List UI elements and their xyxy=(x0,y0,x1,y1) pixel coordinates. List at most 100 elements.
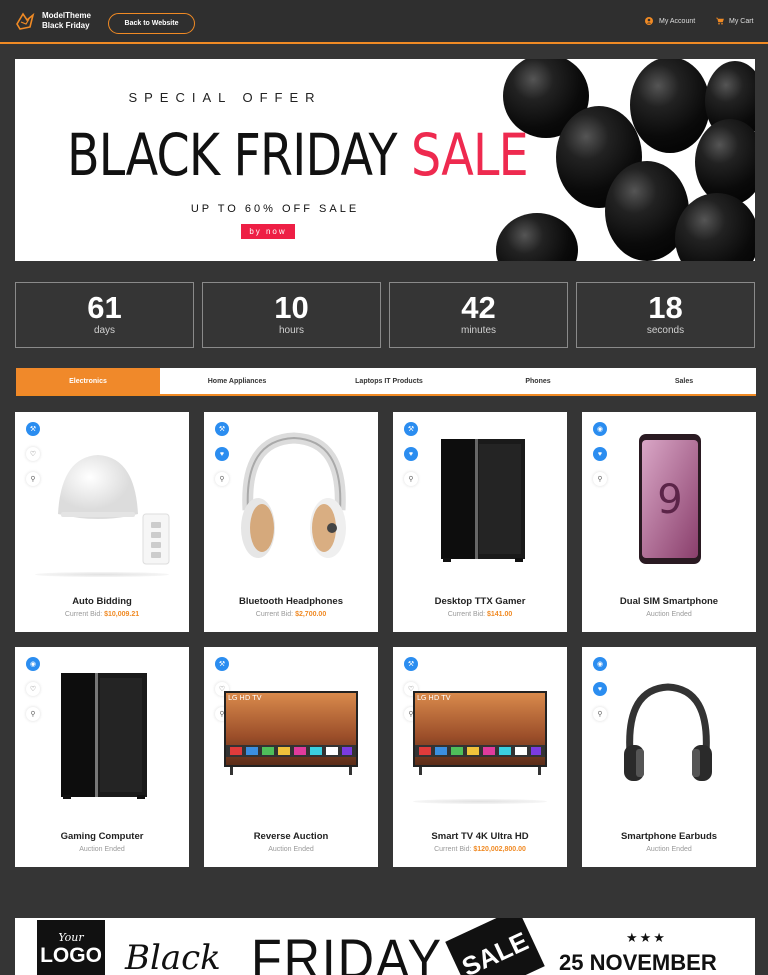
stars-decoration: ★★★ xyxy=(626,930,667,945)
tab-sales[interactable]: Sales xyxy=(612,368,756,394)
tv-brand-label: LG HD TV xyxy=(228,694,262,702)
countdown-label: seconds xyxy=(646,325,685,336)
countdown-label: hours xyxy=(278,325,304,336)
heart-icon[interactable]: ♥ xyxy=(593,447,607,461)
product-card[interactable]: ⚒ ♡ ⚲ LG HD TV Smart TV 4K Ultra HD Curr… xyxy=(393,647,567,867)
product-card[interactable]: ◉ ♡ ⚲ Gaming Computer Auction Ended xyxy=(15,647,189,867)
search-icon[interactable]: ⚲ xyxy=(215,472,229,486)
product-card[interactable]: ◉ ♥ ⚲ Smartphone Earbuds Auction Ended xyxy=(582,647,756,867)
my-account-link[interactable]: My Account xyxy=(645,17,695,25)
promo-black-text: Black xyxy=(125,938,221,975)
product-name[interactable]: Smartphone Earbuds xyxy=(582,831,756,842)
my-cart-label: My Cart xyxy=(729,17,754,25)
promo-date: 25 NOVEMBER xyxy=(559,950,717,975)
heart-icon[interactable]: ♥ xyxy=(593,682,607,696)
product-name[interactable]: Bluetooth Headphones xyxy=(204,596,378,607)
brand-logo[interactable]: ModelTheme Black Friday xyxy=(14,10,91,32)
product-card[interactable]: ⚒ ♥ ⚲ Bluetooth Headphones Current Bid: … xyxy=(204,412,378,632)
product-card[interactable]: ⚒ ♥ ⚲ Desktop TTX Gamer Current Bid: $14… xyxy=(393,412,567,632)
product-name[interactable]: Auto Bidding xyxy=(15,596,189,607)
gavel-icon[interactable]: ⚒ xyxy=(26,422,40,436)
search-icon[interactable]: ⚲ xyxy=(26,707,40,721)
product-bid: Auction Ended xyxy=(582,846,756,853)
svg-text:9: 9 xyxy=(657,477,682,523)
product-card[interactable]: ⚒ ♡ ⚲ Auto Bidding Current Bid: $10,009.… xyxy=(15,412,189,632)
product-card[interactable]: ◉ ♥ ⚲ 9 Dual SIM Smartphone Auction Ende… xyxy=(582,412,756,632)
tab-laptops-it-products[interactable]: Laptops IT Products xyxy=(314,368,464,394)
product-bid: Current Bid: $10,009.21 xyxy=(15,611,189,618)
tab-phones[interactable]: Phones xyxy=(464,368,612,394)
buy-now-button[interactable]: by now xyxy=(241,224,295,239)
gavel-icon[interactable]: ⚒ xyxy=(215,422,229,436)
product-name[interactable]: Desktop TTX Gamer xyxy=(393,596,567,607)
sale-tag-text: SALE xyxy=(457,925,533,975)
bid-amount: $120,002,800.00 xyxy=(473,846,526,853)
countdown-value: 61 xyxy=(87,290,122,325)
brand-name: ModelTheme Black Friday xyxy=(42,11,91,31)
user-icon xyxy=(645,17,653,25)
product-bid: Current Bid: $2,700.00 xyxy=(204,611,378,618)
brand-line2: Black Friday xyxy=(42,21,90,30)
sale-tag: SALE xyxy=(445,918,545,975)
banner-title-sale: SALE xyxy=(411,121,529,189)
heart-icon[interactable]: ♡ xyxy=(26,447,40,461)
gavel-icon[interactable]: ⚒ xyxy=(404,422,418,436)
product-bid: Current Bid: $120,002,800.00 xyxy=(393,846,567,853)
banner-title: BLACK FRIDAY SALE xyxy=(67,121,529,189)
product-image-earbuds xyxy=(624,683,712,781)
your-logo-badge: Your LOGO xyxy=(37,920,105,975)
bid-amount: $2,700.00 xyxy=(295,611,327,618)
search-icon[interactable]: ⚲ xyxy=(26,472,40,486)
black-friday-promo-banner[interactable]: Your LOGO Black FRIDAY SALE ★★★ 25 NOVEM… xyxy=(15,918,755,975)
product-image-smart-lamp xyxy=(58,455,170,565)
product-image-desktop-pc xyxy=(441,439,525,562)
eye-icon[interactable]: ◉ xyxy=(593,422,607,436)
brand-line1: ModelTheme xyxy=(42,11,91,20)
balloon xyxy=(496,213,578,261)
search-icon[interactable]: ⚲ xyxy=(593,472,607,486)
product-image-tv: LG HD TV xyxy=(224,691,358,775)
bid-amount: $141.00 xyxy=(487,611,513,618)
banner-title-black-friday: BLACK FRIDAY xyxy=(67,121,398,189)
tab-electronics[interactable]: Electronics xyxy=(16,368,160,394)
product-card[interactable]: ⚒ ♡ ⚲ LG HD TV Reverse Auction Auction E… xyxy=(204,647,378,867)
balloon xyxy=(695,119,755,205)
black-friday-banner[interactable]: SPECIAL OFFER BLACK FRIDAY SALE UP TO 60… xyxy=(15,59,755,261)
back-to-website-button[interactable]: Back to Website xyxy=(108,13,195,34)
product-image-smart-tv: LG HD TV xyxy=(413,691,547,775)
countdown-value: 42 xyxy=(461,290,496,325)
bid-status: Auction Ended xyxy=(646,611,692,618)
product-name[interactable]: Dual SIM Smartphone xyxy=(582,596,756,607)
tv-brand-label: LG HD TV xyxy=(417,694,451,702)
countdown-label: days xyxy=(93,325,116,336)
banner-special-offer: SPECIAL OFFER xyxy=(128,90,322,105)
bid-status: Auction Ended xyxy=(79,846,125,853)
logo-your-text: Your xyxy=(58,931,84,944)
product-bid: Auction Ended xyxy=(15,846,189,853)
gavel-icon[interactable]: ⚒ xyxy=(215,657,229,671)
heart-icon[interactable]: ♡ xyxy=(26,682,40,696)
logo-text: LOGO xyxy=(40,944,102,967)
gavel-icon[interactable]: ⚒ xyxy=(404,657,418,671)
eye-icon[interactable]: ◉ xyxy=(26,657,40,671)
product-name[interactable]: Smart TV 4K Ultra HD xyxy=(393,831,567,842)
heart-icon[interactable]: ♥ xyxy=(215,447,229,461)
brand-logo-icon xyxy=(16,12,35,30)
search-icon[interactable]: ⚲ xyxy=(593,707,607,721)
product-image-headphones xyxy=(241,432,346,558)
my-account-label: My Account xyxy=(659,17,696,25)
product-bid: Auction Ended xyxy=(582,611,756,618)
search-icon[interactable]: ⚲ xyxy=(404,472,418,486)
tab-home-appliances[interactable]: Home Appliances xyxy=(160,368,314,394)
product-image-gaming-pc xyxy=(61,673,147,799)
my-cart-link[interactable]: My Cart xyxy=(716,17,754,25)
product-name[interactable]: Reverse Auction xyxy=(204,831,378,842)
bid-status: Current Bid: xyxy=(434,846,472,853)
heart-icon[interactable]: ♥ xyxy=(404,447,418,461)
product-bid: Current Bid: $141.00 xyxy=(393,611,567,618)
product-name[interactable]: Gaming Computer xyxy=(15,831,189,842)
product-bid: Auction Ended xyxy=(204,846,378,853)
image-shadow xyxy=(35,572,169,577)
countdown-value: 10 xyxy=(274,290,309,325)
eye-icon[interactable]: ◉ xyxy=(593,657,607,671)
